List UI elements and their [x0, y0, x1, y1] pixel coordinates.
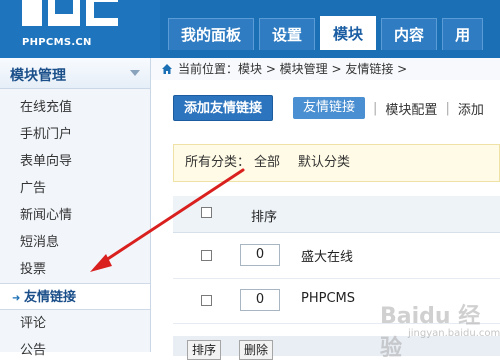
- sidebar-item-announcements[interactable]: 公告: [0, 337, 150, 364]
- sidebar-header[interactable]: 模块管理: [0, 58, 150, 89]
- sidebar-item-comments[interactable]: 评论: [0, 310, 150, 337]
- sidebar-item-label: 公告: [20, 343, 47, 358]
- separator: |: [373, 100, 378, 116]
- sidebar-item-label: 新闻心情: [20, 208, 73, 223]
- logo-text: PHPCMS.CN: [22, 37, 92, 48]
- sidebar-item-news-mood[interactable]: 新闻心情: [0, 202, 150, 229]
- breadcrumb-text: 当前位置：模块 > 模块管理 > 友情链接 >: [178, 62, 408, 76]
- sidebar: 模块管理 在线充值 手机门户 表单向导 广告 新闻心情 短消息 投票 ➜ 友情链接…: [0, 58, 151, 358]
- sidebar-item-friend-links[interactable]: ➜ 友情链接: [0, 283, 150, 310]
- sidebar-item-label: 投票: [20, 262, 47, 277]
- friend-links-button[interactable]: 友情链接: [293, 97, 366, 119]
- sidebar-item-messages[interactable]: 短消息: [0, 229, 150, 256]
- category-filter: 所有分类： 全部 默认分类: [173, 144, 500, 182]
- tab-settings[interactable]: 设置: [259, 18, 316, 50]
- sidebar-item-ads[interactable]: 广告: [0, 175, 150, 202]
- sidebar-item-label: 广告: [20, 181, 47, 196]
- breadcrumb: 当前位置：模块 > 模块管理 > 友情链接 >: [151, 58, 500, 80]
- sidebar-item-label: 手机门户: [20, 127, 73, 142]
- add-friend-link-button[interactable]: 添加友情链接: [173, 95, 274, 121]
- sidebar-item-form-wizard[interactable]: 表单向导: [0, 148, 150, 175]
- order-input[interactable]: 0: [240, 244, 280, 266]
- sidebar-item-label: 友情链接: [24, 290, 77, 305]
- action-bar: 添加友情链接 友情链接 | 模块配置 | 添加: [173, 95, 484, 121]
- select-all-checkbox[interactable]: [201, 207, 212, 218]
- sidebar-list: 在线充值 手机门户 表单向导 广告 新闻心情 短消息 投票 ➜ 友情链接 评论 公…: [0, 94, 150, 364]
- order-input[interactable]: 0: [240, 289, 280, 311]
- logo-mark-icon: [22, 0, 118, 26]
- sidebar-item-label: 评论: [20, 316, 47, 331]
- sidebar-item-vote[interactable]: 投票: [0, 256, 150, 283]
- tab-my-panel[interactable]: 我的面板: [168, 18, 255, 50]
- top-header: PHPCMS.CN 我的面板 设置 模块 内容 用: [0, 0, 500, 58]
- link-name[interactable]: 盛大在线: [301, 246, 353, 265]
- tab-modules[interactable]: 模块: [320, 16, 377, 50]
- link-name[interactable]: PHPCMS: [301, 291, 355, 306]
- table-header: 排序: [173, 196, 500, 233]
- arrow-right-icon: ➜: [12, 293, 21, 304]
- sidebar-item-label: 表单向导: [20, 154, 73, 169]
- row-checkbox[interactable]: [201, 295, 212, 306]
- row-checkbox[interactable]: [201, 250, 212, 261]
- sidebar-item-mobile-portal[interactable]: 手机门户: [0, 121, 150, 148]
- home-icon[interactable]: [161, 63, 173, 75]
- filter-option-default[interactable]: 默认分类: [298, 155, 350, 170]
- delete-button[interactable]: 删除: [239, 340, 274, 360]
- sidebar-item-label: 在线充值: [20, 100, 73, 115]
- module-config-link[interactable]: 模块配置: [385, 99, 437, 118]
- filter-option-all[interactable]: 全部: [254, 155, 280, 170]
- add-more-link[interactable]: 添加: [458, 99, 484, 118]
- tab-users[interactable]: 用: [442, 18, 484, 50]
- column-header-order: 排序: [251, 210, 278, 225]
- collapse-arrow-icon[interactable]: [130, 70, 140, 76]
- main-tabs: 我的面板 设置 模块 内容 用: [168, 16, 484, 58]
- table-row: 0 盛大在线: [173, 234, 500, 279]
- tab-content[interactable]: 内容: [381, 18, 438, 50]
- sidebar-item-online-recharge[interactable]: 在线充值: [0, 94, 150, 121]
- sidebar-title: 模块管理: [10, 68, 66, 84]
- filter-label: 所有分类：: [185, 155, 251, 170]
- logo[interactable]: PHPCMS.CN: [0, 0, 160, 58]
- sidebar-item-label: 短消息: [20, 235, 60, 250]
- separator: |: [445, 100, 450, 116]
- sort-button[interactable]: 排序: [187, 340, 222, 360]
- watermark-subtext: jingyan.baidu.com: [408, 328, 500, 339]
